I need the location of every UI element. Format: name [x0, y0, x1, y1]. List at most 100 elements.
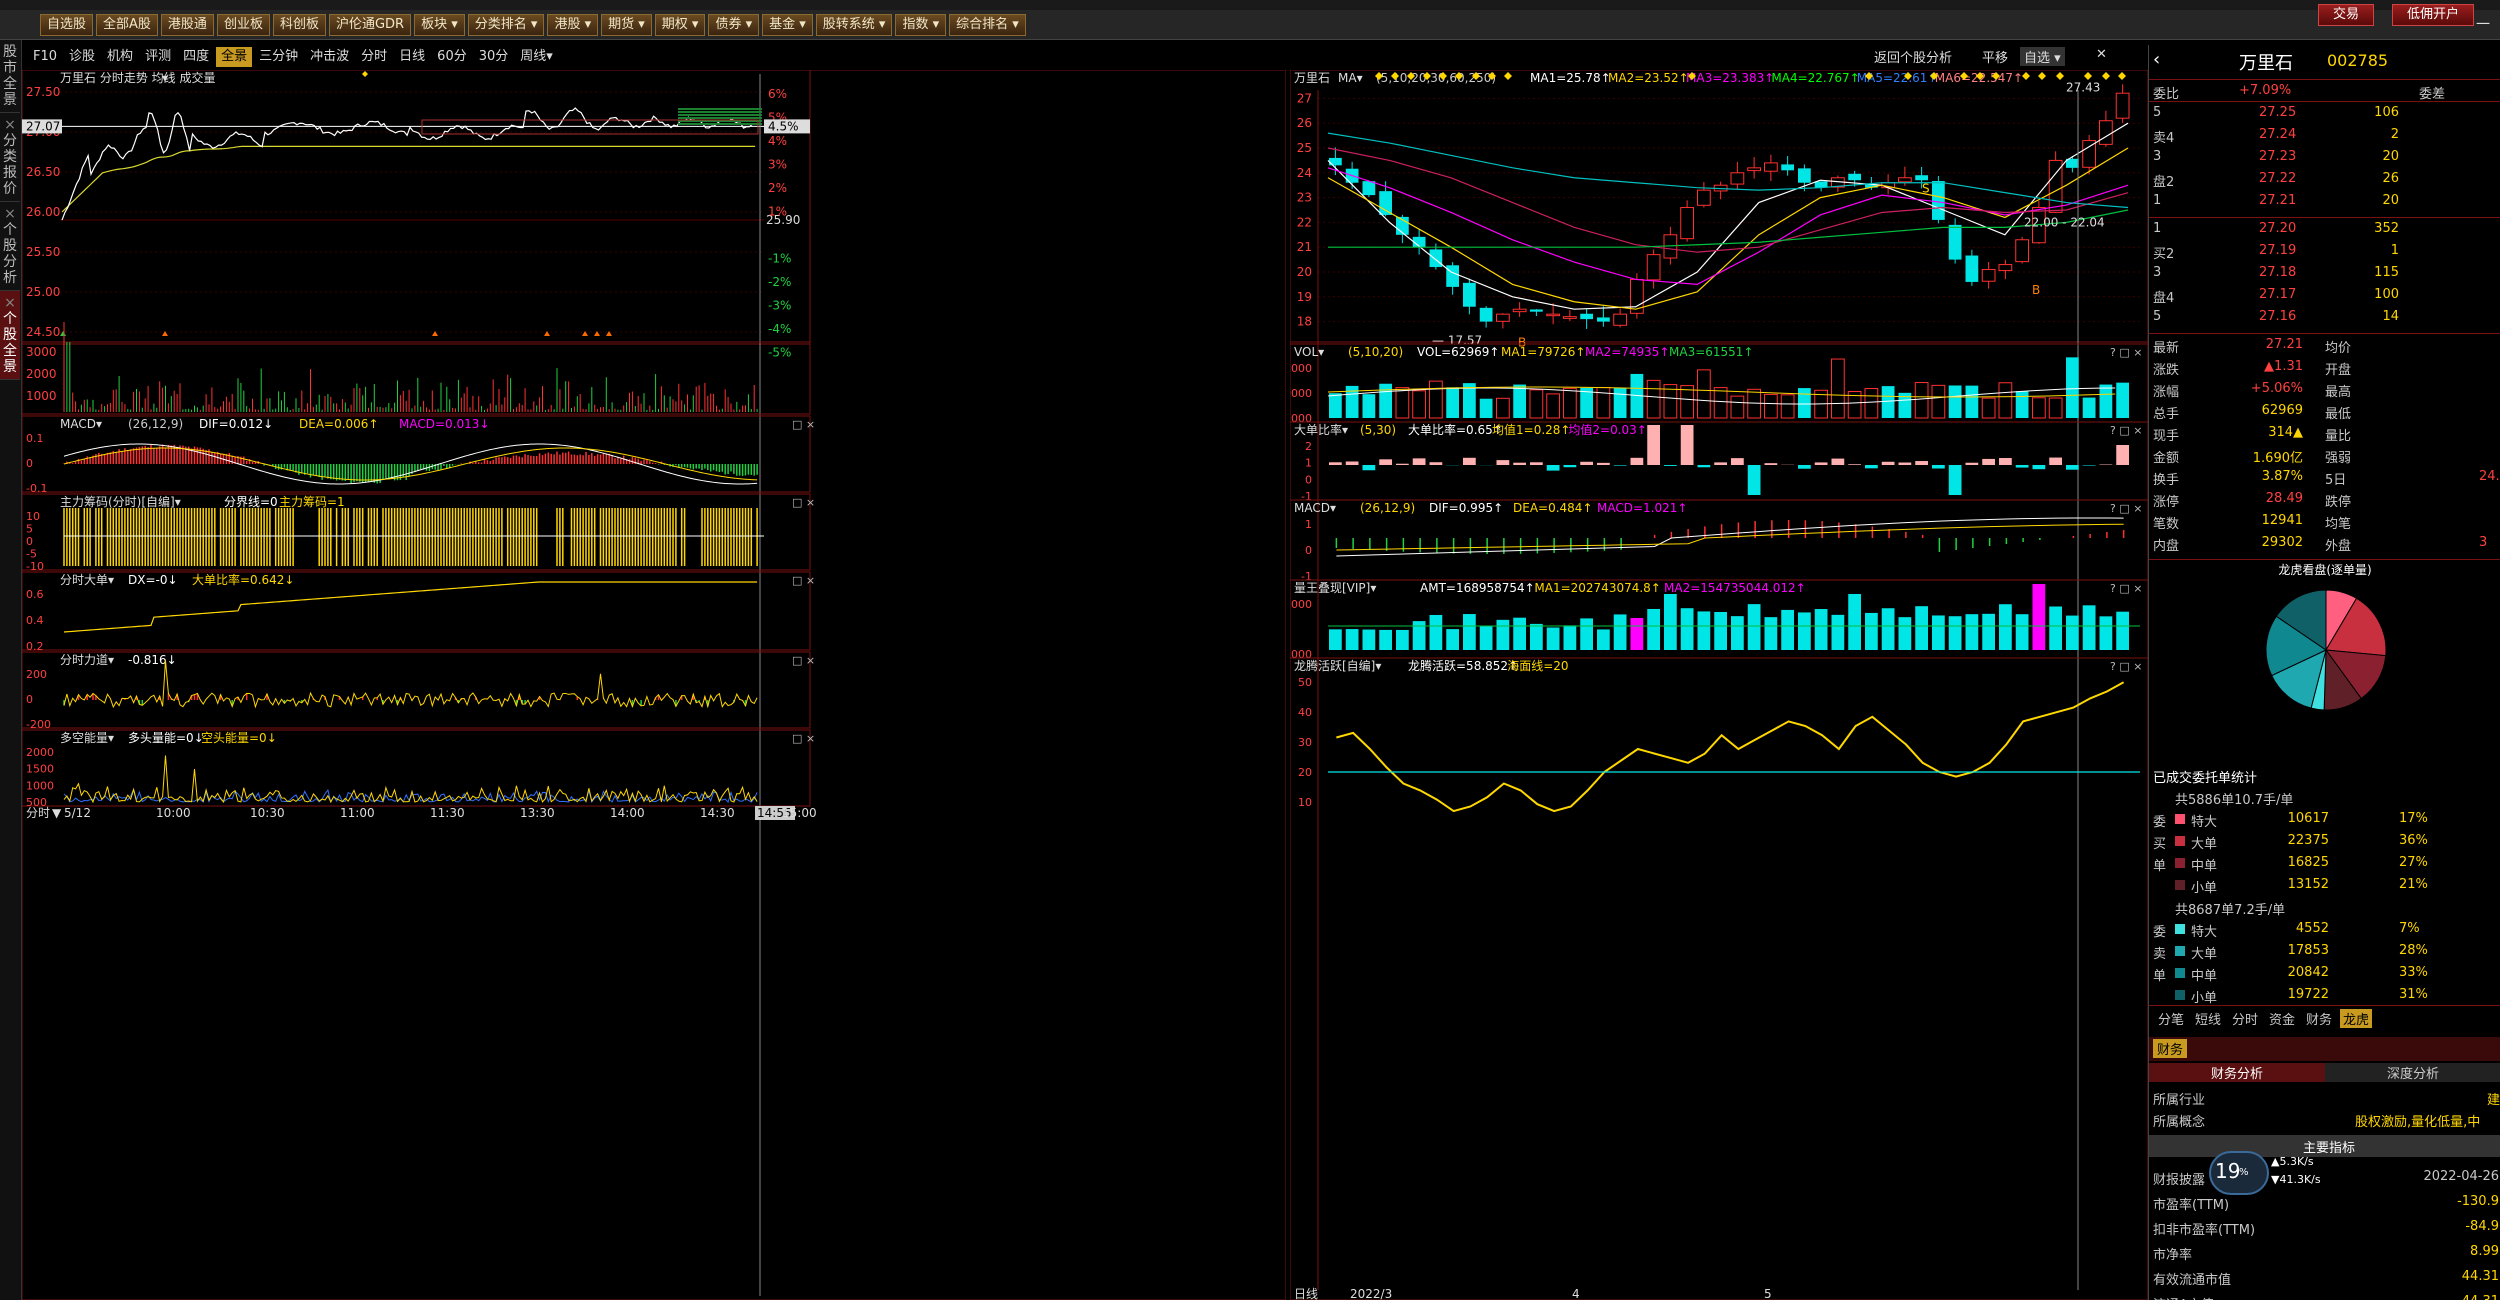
- sub-field: DEA=0.484↑: [1513, 501, 1593, 515]
- bid-price: 27.18: [2259, 265, 2297, 280]
- stat-label: 笔数: [2153, 517, 2180, 532]
- flat-toggle[interactable]: 平移: [1982, 47, 2008, 66]
- amt-bar: [1580, 618, 1593, 650]
- subbar-4[interactable]: 四度: [178, 47, 214, 67]
- fin-value: 8.99: [2470, 1244, 2499, 1259]
- ratio-bar: [1379, 459, 1392, 465]
- ratio-bar: [1613, 465, 1627, 466]
- vol-bar: [1362, 394, 1376, 418]
- toolbar-btn-13[interactable]: 股转系统 ▾: [815, 13, 893, 36]
- entrust-title: 已成交委托单统计: [2153, 771, 2258, 786]
- sub-field: DIF=0.012↓: [199, 417, 273, 431]
- ask-vol: 2: [2390, 127, 2399, 142]
- toolbar-btn-10[interactable]: 期权 ▾: [654, 13, 706, 36]
- toolbar-btn-4[interactable]: 科创板: [272, 13, 326, 36]
- fin-sub2[interactable]: 深度分析: [2325, 1063, 2500, 1082]
- book-bar: [678, 111, 762, 113]
- quote-tab-1[interactable]: 短线: [2192, 1009, 2224, 1028]
- left-tab-1[interactable]: × 分类报价: [0, 113, 20, 202]
- subbar-10[interactable]: 60分: [432, 47, 472, 67]
- toolbar-btn-0[interactable]: 自选股: [40, 13, 94, 36]
- left-tab-close-icon[interactable]: ×: [0, 295, 20, 311]
- sub-tick: 10: [1298, 796, 1312, 809]
- subbar-0[interactable]: F10: [28, 47, 62, 67]
- quote-tab-2[interactable]: 分时: [2229, 1009, 2261, 1028]
- trade-button[interactable]: 交易: [2318, 4, 2375, 26]
- row-pct: 27%: [2399, 855, 2428, 870]
- sub-tick: 0: [26, 457, 33, 470]
- candle: [1965, 255, 1979, 282]
- toolbar-btn-2[interactable]: 港股通: [160, 13, 214, 36]
- ratio-bar: [1764, 463, 1778, 465]
- left-tab-close-icon[interactable]: ×: [0, 206, 20, 222]
- toolbar-btn-1[interactable]: 全部A股: [96, 13, 158, 36]
- subbar-1[interactable]: 诊股: [64, 47, 100, 67]
- sub-name: 多空能量▾: [60, 731, 114, 745]
- subbar-12[interactable]: 周线▾: [515, 47, 558, 67]
- price-tick: 20: [1297, 265, 1312, 279]
- vol-bar: [1412, 390, 1426, 419]
- vol-bar: [2032, 397, 2046, 419]
- time-mode-icon[interactable]: ▼: [52, 806, 62, 820]
- stat-label2: 跌停: [2325, 495, 2352, 510]
- quote-tab-3[interactable]: 资金: [2266, 1009, 2298, 1028]
- vol-bar: [1931, 384, 1946, 419]
- toolbar-btn-12[interactable]: 基金 ▾: [762, 13, 813, 36]
- time-tick: 11:00: [340, 806, 375, 820]
- toolbar-btn-3[interactable]: 创业板: [216, 13, 270, 36]
- stock-code: 002785: [2327, 51, 2389, 70]
- stock-name: 万里石: [2239, 53, 2293, 74]
- ratio-bar: [1530, 462, 1543, 465]
- fin-tab[interactable]: 财务: [2153, 1039, 2188, 1058]
- ma-dropdown-icon[interactable]: ▾: [162, 71, 168, 85]
- vol-bar: [1881, 386, 1895, 418]
- toolbar-btn-5[interactable]: 沪伦通GDR: [328, 13, 412, 36]
- ratio-bar: [1932, 465, 1945, 469]
- volume-pane-frame: [22, 341, 811, 415]
- ask-price: 27.21: [2259, 193, 2297, 208]
- back-analysis-link[interactable]: 返回个股分析: [1874, 47, 1952, 66]
- amt-bar: [1613, 614, 1627, 650]
- watch-select[interactable]: 自选 ▾: [2020, 47, 2065, 66]
- pane-controls-icon: □ ×: [792, 574, 815, 587]
- left-tab-0[interactable]: 股市全景: [0, 40, 20, 113]
- close-icon[interactable]: ✕: [2096, 47, 2107, 62]
- quote-tab-4[interactable]: 财务: [2303, 1009, 2335, 1028]
- sub-tick: -0.1: [26, 482, 47, 495]
- left-tab-2[interactable]: × 个股分析: [0, 202, 20, 291]
- subbar-8[interactable]: 分时: [356, 47, 392, 67]
- sub-params: (5,10,20): [1348, 345, 1403, 359]
- stat-label: 内盘: [2153, 539, 2180, 554]
- subbar-3[interactable]: 评测: [140, 47, 176, 67]
- toolbar-btn-6[interactable]: 板块 ▾: [414, 13, 465, 36]
- subbar-2[interactable]: 机构: [102, 47, 138, 67]
- time-tick: 10:00: [156, 806, 191, 820]
- sub-field: MACD=1.021↑: [1597, 501, 1687, 515]
- row-pct: 7%: [2399, 921, 2420, 936]
- subbar-6[interactable]: 三分钟: [254, 47, 303, 67]
- ratio-bar: [2015, 465, 2029, 468]
- toolbar-btn-9[interactable]: 期货 ▾: [601, 13, 652, 36]
- left-tab-close-icon[interactable]: ×: [0, 117, 20, 133]
- quote-tab-5[interactable]: 龙虎: [2340, 1009, 2373, 1028]
- sub-field: MA2=74935↑: [1585, 345, 1669, 359]
- left-tab-3[interactable]: × 个股全景: [0, 291, 20, 380]
- price-tick: 25: [1297, 141, 1312, 155]
- sub-name: 龙腾活跃[自编]▾: [1294, 658, 1381, 673]
- fin-value: -84.9: [2465, 1219, 2499, 1234]
- open-account-button[interactable]: 低佣开户: [2392, 4, 2475, 26]
- subbar-5[interactable]: 全景: [216, 47, 253, 67]
- amt-bar: [2066, 615, 2079, 650]
- subbar-7[interactable]: 冲击波: [305, 47, 354, 67]
- toolbar-btn-8[interactable]: 港股 ▾: [547, 13, 599, 36]
- subbar-9[interactable]: 日线: [394, 47, 430, 67]
- window-dash-icon[interactable]: 一: [2476, 14, 2494, 36]
- quote-tab-0[interactable]: 分笔: [2155, 1009, 2187, 1028]
- fin-sub1[interactable]: 财务分析: [2149, 1063, 2325, 1082]
- toolbar-btn-7[interactable]: 分类排名 ▾: [467, 13, 545, 36]
- toolbar-btn-14[interactable]: 指数 ▾: [895, 13, 947, 36]
- toolbar-btn-11[interactable]: 债券 ▾: [708, 13, 760, 36]
- stat-label2: 外盘: [2325, 539, 2352, 554]
- subbar-11[interactable]: 30分: [474, 47, 514, 67]
- toolbar-btn-15[interactable]: 综合排名 ▾: [949, 13, 1026, 36]
